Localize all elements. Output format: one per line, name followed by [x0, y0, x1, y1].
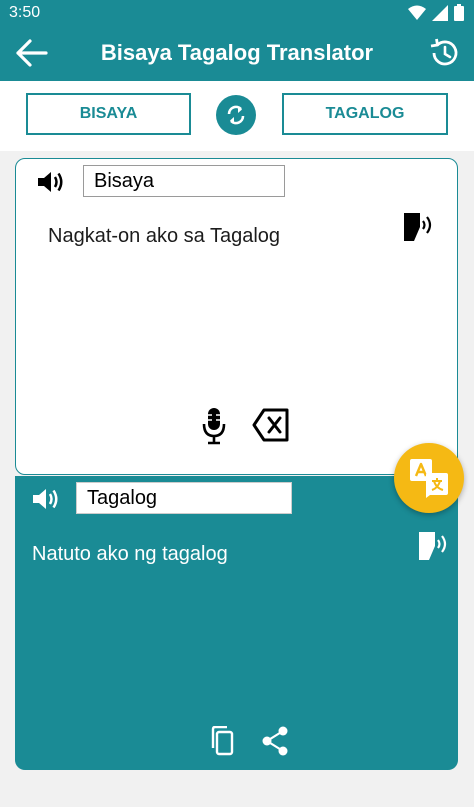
- speak-aloud-icon[interactable]: [417, 530, 451, 562]
- wifi-icon: [408, 5, 426, 20]
- translate-button[interactable]: [394, 443, 464, 513]
- target-language-button[interactable]: TAGALOG: [282, 93, 448, 135]
- language-selector-bar: BISAYA TAGALOG: [0, 81, 474, 151]
- backspace-icon[interactable]: [252, 407, 290, 443]
- speaker-icon[interactable]: [36, 169, 66, 195]
- status-icons: [408, 4, 464, 21]
- status-time: 3:50: [9, 4, 41, 21]
- target-panel: Tagalog Natuto ako ng tagalog: [15, 476, 458, 770]
- source-language-label: Bisaya: [83, 165, 285, 197]
- history-icon[interactable]: [428, 37, 460, 69]
- source-language-button[interactable]: BISAYA: [26, 93, 191, 135]
- status-bar: 3:50: [0, 0, 474, 26]
- swap-languages-button[interactable]: [216, 95, 256, 135]
- source-panel: Bisaya Nagkat-on ako sa Tagalog: [15, 158, 458, 475]
- share-icon[interactable]: [261, 726, 289, 756]
- swap-icon: [227, 105, 245, 125]
- translate-icon: [410, 459, 448, 498]
- signal-icon: [432, 4, 448, 21]
- battery-icon: [454, 4, 464, 21]
- speaker-icon[interactable]: [31, 486, 61, 512]
- target-language-label: Tagalog: [76, 482, 292, 514]
- microphone-icon[interactable]: [201, 407, 227, 445]
- translated-text: Natuto ako ng tagalog: [32, 543, 228, 565]
- app-bar: Bisaya Tagalog Translator: [0, 26, 474, 81]
- copy-icon[interactable]: [209, 726, 235, 756]
- source-text-input[interactable]: Nagkat-on ako sa Tagalog: [48, 225, 280, 248]
- page-title: Bisaya Tagalog Translator: [100, 40, 374, 65]
- speak-aloud-icon[interactable]: [402, 211, 436, 243]
